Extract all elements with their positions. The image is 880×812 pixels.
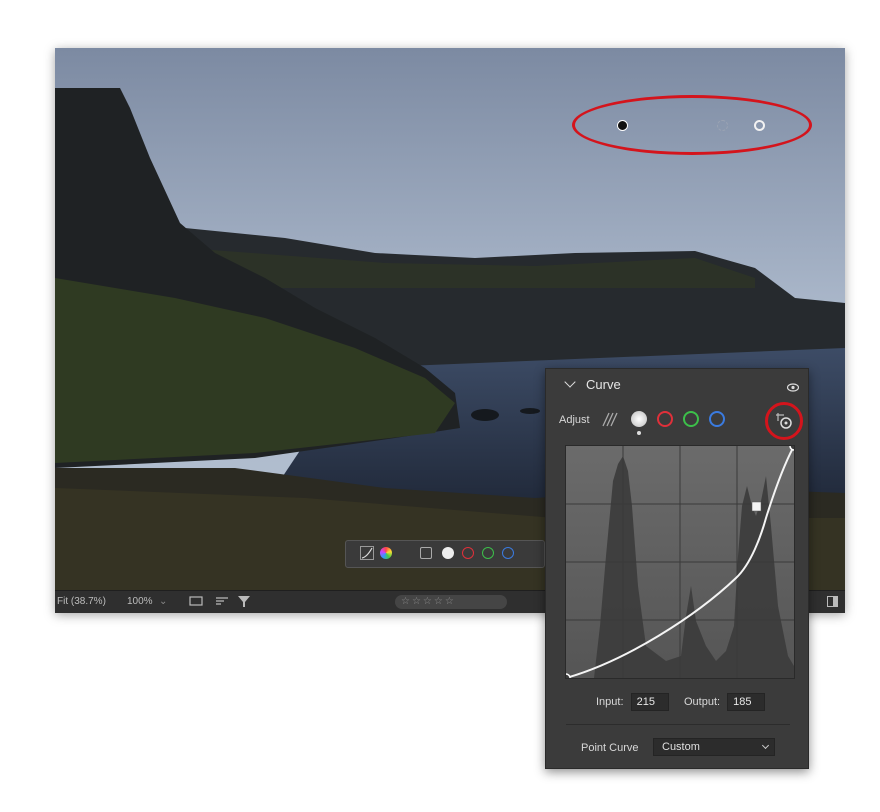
fit-zoom-label[interactable]: Fit (38.7%) [57,596,106,607]
channel-luminance-icon[interactable] [442,547,454,559]
channel-red-icon[interactable] [462,547,474,559]
curve-panel: Curve Adjust Input: 215 Output: 185 Poin… [545,368,809,769]
eye-icon[interactable] [786,379,800,397]
point-curve-label: Point Curve [581,742,639,754]
floating-tool-bar [345,540,545,568]
input-label: Input: [596,696,624,708]
input-field[interactable]: 215 [630,693,669,711]
selected-channel-indicator [637,431,641,435]
point-curve-value: Custom [662,741,700,753]
curve-canvas [561,441,799,683]
parametric-icon[interactable] [420,547,432,559]
panel-toggle-icon[interactable] [827,596,838,610]
chevron-down-icon [761,741,770,750]
midpoint-marker[interactable] [717,120,728,131]
adjust-label: Adjust [559,414,590,426]
sort-icon[interactable] [215,595,229,610]
point-curve-select[interactable]: Custom [653,738,775,756]
output-field[interactable]: 185 [727,693,766,711]
channel-green-icon[interactable] [482,547,494,559]
curve-panel-header[interactable]: Curve [546,369,808,397]
panel-title: Curve [586,377,621,392]
curve-icon[interactable] [360,546,374,560]
output-row: Output: 185 [684,693,766,711]
blue-channel-icon[interactable] [709,411,725,427]
targeted-adjustment-icon[interactable] [775,412,793,435]
view-icon[interactable] [189,595,203,610]
output-label: Output: [684,696,721,708]
red-channel-icon[interactable] [657,411,673,427]
curve-point-white [789,441,799,451]
star-rating[interactable]: ☆☆☆☆☆ [395,595,507,609]
white-point-marker[interactable] [754,120,765,131]
divider [566,724,790,725]
curve-point-black [561,673,571,683]
color-wheel-icon[interactable] [380,547,392,559]
curve-graph[interactable] [561,441,799,683]
channel-blue-icon[interactable] [502,547,514,559]
chevron-down-icon[interactable] [564,376,576,388]
green-channel-icon[interactable] [683,411,699,427]
input-row: Input: 215 [596,693,669,711]
zoom-dropdown-icon[interactable]: ⌄ [159,596,167,607]
curve-point-selected [751,501,762,512]
rgb-channel-icon[interactable] [631,411,647,427]
filter-icon[interactable] [237,595,251,611]
black-point-marker[interactable] [617,120,628,131]
parametric-icon[interactable] [601,411,619,432]
zoom-100-label[interactable]: 100% [127,596,153,607]
